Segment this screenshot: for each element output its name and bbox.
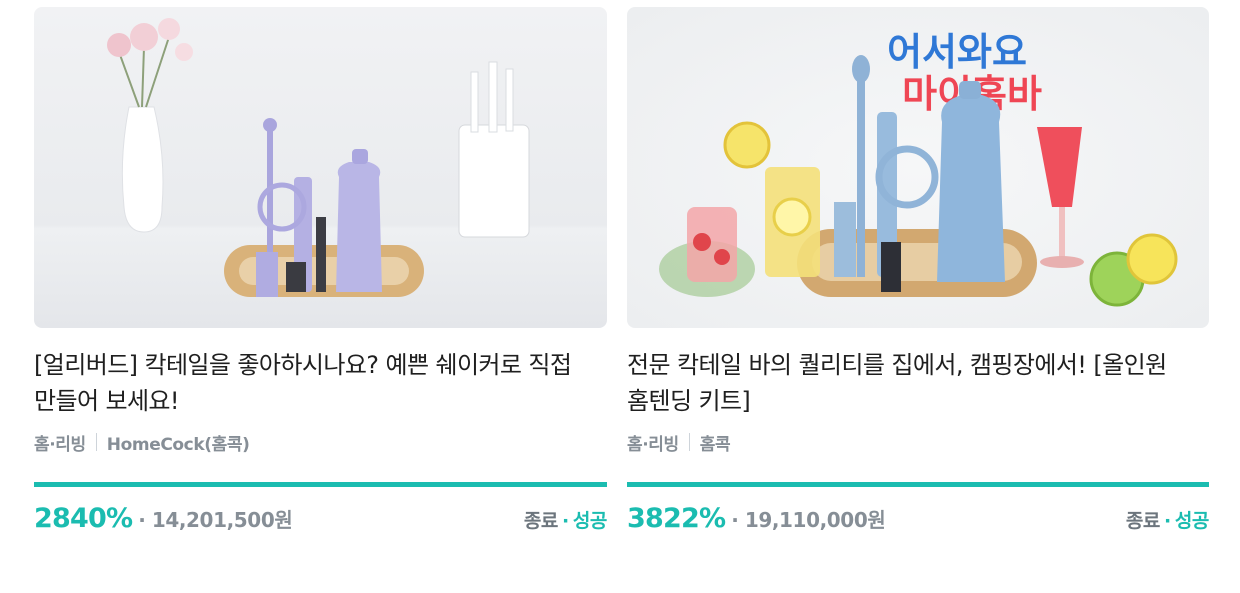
funding-stats: 3822% · 19,110,000원 종료 · 성공: [627, 503, 1209, 535]
product-meta: 홈·리빙 홈콕: [627, 429, 1209, 455]
product-grid: [얼리버드] 칵테일을 좋아하시나요? 예쁜 쉐이커로 직접 만들어 보세요! …: [0, 0, 1240, 593]
meta-divider: [688, 433, 690, 451]
funding-stats: 2840% · 14,201,500원 종료 · 성공: [34, 503, 607, 535]
separator-dot: ·: [731, 508, 739, 532]
category-label[interactable]: 홈·리빙: [34, 430, 86, 455]
funding-status: 종료 · 성공: [1125, 506, 1210, 533]
status-ended: 종료: [523, 510, 559, 532]
funding-status: 종료 · 성공: [523, 506, 608, 533]
funding-amount: 19,110,000원: [744, 508, 886, 532]
category-label[interactable]: 홈·리빙: [627, 430, 679, 455]
maker-label[interactable]: 홈콕: [700, 430, 731, 455]
banner-line1: 어서와요: [887, 30, 1027, 74]
status-result: 성공: [1174, 510, 1210, 532]
status-result: 성공: [572, 510, 608, 532]
status-dot: ·: [562, 510, 569, 532]
cocktail-set-photo-icon: [34, 7, 607, 328]
funding-progress-fill: [34, 482, 607, 487]
funding-percent: 3822%: [627, 503, 726, 534]
product-thumbnail[interactable]: 어서와요 마이홈바: [627, 7, 1209, 328]
product-thumbnail[interactable]: [34, 7, 607, 328]
cocktail-kit-photo-icon: 어서와요 마이홈바: [627, 7, 1209, 328]
product-card[interactable]: 어서와요 마이홈바: [627, 7, 1209, 535]
maker-label[interactable]: HomeCock(홈콕): [107, 430, 250, 455]
status-dot: ·: [1164, 510, 1171, 532]
funding-progress-bar: [34, 482, 607, 487]
meta-divider: [95, 433, 97, 451]
product-meta: 홈·리빙 HomeCock(홈콕): [34, 429, 607, 455]
funding-progress-bar: [627, 482, 1209, 487]
funding-progress-fill: [627, 482, 1209, 487]
product-title[interactable]: 전문 칵테일 바의 퀄리티를 집에서, 캠핑장에서! [올인원 홈텐딩 키트]: [627, 347, 1209, 419]
product-card[interactable]: [얼리버드] 칵테일을 좋아하시나요? 예쁜 쉐이커로 직접 만들어 보세요! …: [34, 7, 607, 535]
funding-amount: 14,201,500원: [151, 508, 293, 532]
status-ended: 종료: [1125, 510, 1161, 532]
separator-dot: ·: [138, 508, 146, 532]
product-title[interactable]: [얼리버드] 칵테일을 좋아하시나요? 예쁜 쉐이커로 직접 만들어 보세요!: [34, 347, 607, 419]
funding-percent: 2840%: [34, 503, 133, 534]
